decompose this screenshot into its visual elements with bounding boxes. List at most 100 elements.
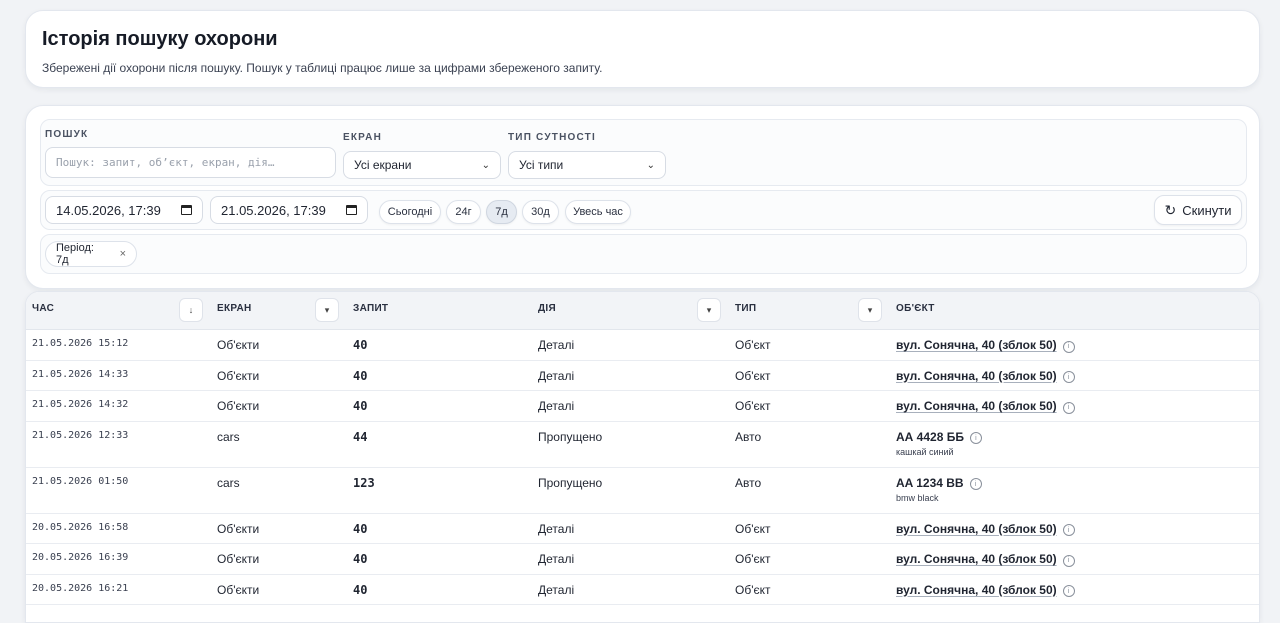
cell-query: 40: [353, 552, 368, 566]
cell-action: Деталі: [538, 582, 575, 597]
cell-time: 20.05.2026 16:39: [32, 552, 129, 563]
reset-label: Скинути: [1182, 202, 1232, 218]
cell-action: Деталі: [538, 521, 575, 536]
table-row[interactable]: 20.05.2026 16:39 Об'єкти 40 Деталі Об'єкт вул…: [26, 543, 1259, 575]
cell-query: 40: [353, 399, 368, 413]
screen-select[interactable]: Усі екрани ⌄: [343, 151, 501, 179]
table-row[interactable]: 21.05.2026 12:33 cars 44 Пропущено Авто АА 44…: [26, 421, 1259, 468]
reset-button[interactable]: ↻ Скинути: [1154, 195, 1242, 225]
table-row[interactable]: 21.05.2026 01:50 cars 123 Пропущено Авто AA 1…: [26, 467, 1259, 514]
object-link[interactable]: вул. Сонячна, 40 (зблок 50): [896, 583, 1057, 597]
info-icon[interactable]: i: [1062, 524, 1075, 536]
chip-30d[interactable]: 30д: [522, 200, 559, 224]
chevron-down-icon: ⌄: [646, 159, 655, 171]
table-row[interactable]: 21.05.2026 14:33 Об'єкти 40 Деталі Об'єкт вул…: [26, 360, 1259, 391]
cell-time: 21.05.2026 15:12: [32, 338, 129, 349]
cell-screen: Об'єкти: [217, 399, 260, 413]
info-icon[interactable]: i: [969, 432, 982, 444]
cell-object: вул. Сонячна, 40 (зблок 50) i: [896, 522, 1075, 536]
cell-screen: Об'єкти: [217, 552, 260, 566]
cell-object: вул. Сонячна, 40 (зблок 50) i: [896, 399, 1075, 414]
date-to-input[interactable]: 21.05.2026, 17:39: [210, 196, 368, 224]
chevron-down-icon[interactable]: ▾: [858, 298, 882, 322]
chevron-down-icon[interactable]: ▾: [315, 298, 339, 322]
chip-all-time[interactable]: Увесь час: [565, 200, 631, 224]
active-filters-row: Період: 7д ×: [40, 234, 1247, 274]
header-card: Історія пошуку охорони Збережені дії охо…: [25, 10, 1260, 88]
object-link[interactable]: вул. Сонячна, 40 (зблок 50): [896, 338, 1057, 352]
table-row[interactable]: 21.05.2026 14:32 Об'єкти 40 Деталі Об'єкт вул…: [26, 390, 1259, 422]
col-type: ТИП: [735, 303, 757, 314]
screen-label: ЕКРАН: [343, 132, 383, 143]
cell-object-description: кашкай синий: [896, 446, 954, 457]
filters-row: ПОШУК Пошук: запит, об’єкт, екран, дія… …: [40, 119, 1247, 186]
chevron-down-icon[interactable]: ▾: [697, 298, 721, 322]
calendar-icon[interactable]: [181, 205, 192, 215]
object-link[interactable]: вул. Сонячна, 40 (зблок 50): [896, 552, 1057, 566]
cell-action: Деталі: [538, 399, 575, 413]
cell-object-description: bmw black: [896, 492, 939, 503]
cell-query: 123: [353, 475, 375, 490]
cell-screen: cars: [217, 429, 240, 444]
cell-time: 20.05.2026 16:21: [32, 582, 129, 594]
period-filter-chip[interactable]: Період: 7д ×: [45, 241, 137, 267]
table-row[interactable]: 21.05.2026 15:12 Об'єкти 40 Деталі Об'єкт вул…: [26, 329, 1259, 361]
col-query: ЗАПИТ: [353, 303, 389, 314]
entity-type-select[interactable]: Усі типи ⌄: [508, 151, 666, 179]
object-link[interactable]: AA 1234 BB: [896, 476, 964, 490]
cell-action: Деталі: [538, 338, 575, 352]
cell-query: 40: [353, 338, 368, 352]
cell-action: Деталі: [538, 552, 575, 566]
table-header: ЧАС ↓ ЕКРАН ▾ ЗАПИТ ДІЯ ▾ ТИП ▾ ОБ'ЄКТ: [26, 292, 1259, 330]
page-subtitle: Збережені дії охорони після пошуку. Пошу…: [42, 61, 603, 75]
cell-type: Об'єкт: [735, 552, 771, 566]
cell-type: Об'єкт: [735, 338, 771, 352]
cell-object: вул. Сонячна, 40 (зблок 50) i: [896, 583, 1075, 597]
cell-screen: cars: [217, 475, 240, 490]
cell-time: 21.05.2026 01:50: [32, 475, 129, 487]
object-link[interactable]: вул. Сонячна, 40 (зблок 50): [896, 399, 1057, 413]
date-to-value: 21.05.2026, 17:39: [221, 202, 326, 218]
info-icon[interactable]: i: [1062, 554, 1075, 567]
cell-time: 21.05.2026 14:33: [32, 368, 129, 380]
date-from-input[interactable]: 14.05.2026, 17:39: [45, 196, 203, 224]
cell-query: 40: [353, 582, 368, 597]
info-icon[interactable]: i: [1062, 340, 1075, 353]
cell-type: Об'єкт: [735, 368, 771, 383]
reset-icon: ↻: [1164, 201, 1177, 218]
close-icon[interactable]: ×: [120, 248, 126, 260]
page-title: Історія пошуку охорони: [42, 28, 278, 50]
cell-action: Деталі: [538, 368, 575, 383]
type-label: ТИП СУТНОСТІ: [508, 132, 596, 143]
table-row[interactable]: 20.05.2026 16:21 Об'єкти 40 Деталі Об'єкт вул…: [26, 574, 1259, 605]
chip-24h[interactable]: 24г: [446, 200, 481, 224]
info-icon[interactable]: i: [969, 478, 982, 490]
object-link[interactable]: вул. Сонячна, 40 (зблок 50): [896, 522, 1057, 536]
history-table: ЧАС ↓ ЕКРАН ▾ ЗАПИТ ДІЯ ▾ ТИП ▾ ОБ'ЄКТ 2…: [25, 291, 1260, 623]
search-input[interactable]: Пошук: запит, об’єкт, екран, дія…: [45, 147, 336, 178]
filters-card: ПОШУК Пошук: запит, об’єкт, екран, дія… …: [25, 105, 1260, 289]
col-screen: ЕКРАН: [217, 303, 252, 314]
cell-type: Об'єкт: [735, 521, 771, 536]
col-action: ДІЯ: [538, 303, 556, 314]
date-range-row: 14.05.2026, 17:39 21.05.2026, 17:39 Сьог…: [40, 190, 1247, 230]
table-row[interactable]: 20.05.2026 16:58 Об'єкти 40 Деталі Об'єкт вул…: [26, 513, 1259, 544]
cell-type: Об'єкт: [735, 399, 771, 413]
info-icon[interactable]: i: [1062, 401, 1075, 414]
chip-today[interactable]: Сьогодні: [379, 200, 441, 224]
cell-screen: Об'єкти: [217, 368, 260, 383]
info-icon[interactable]: i: [1062, 585, 1075, 597]
calendar-icon[interactable]: [346, 205, 357, 215]
object-link[interactable]: вул. Сонячна, 40 (зблок 50): [896, 369, 1057, 383]
chip-7d[interactable]: 7д: [486, 200, 517, 224]
period-chip-label: Період: 7д: [56, 242, 94, 266]
cell-object: вул. Сонячна, 40 (зблок 50) i: [896, 369, 1075, 383]
cell-type: Авто: [735, 475, 762, 490]
info-icon[interactable]: i: [1062, 371, 1075, 383]
cell-object: AA 1234 BB i: [896, 476, 982, 490]
sort-arrow-down-icon[interactable]: ↓: [179, 298, 203, 322]
cell-query: 44: [353, 429, 368, 444]
search-label: ПОШУК: [45, 129, 89, 140]
chevron-down-icon: ⌄: [481, 159, 490, 171]
object-link[interactable]: АА 4428 ББ: [896, 430, 964, 444]
